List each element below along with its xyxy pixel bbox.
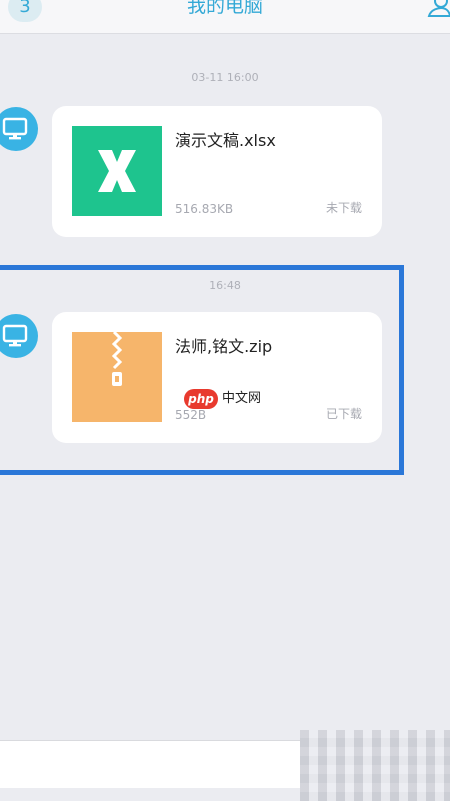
- contacts-icon[interactable]: [426, 0, 450, 20]
- excel-file-icon: [72, 126, 162, 216]
- highlight-frame: [0, 265, 404, 475]
- file-message-card[interactable]: 演示文稿.xlsx 516.83KB 未下载: [52, 106, 382, 237]
- watermark-text: 中文网: [222, 391, 262, 406]
- file-name: 演示文稿.xlsx: [175, 131, 276, 150]
- blurred-region: [300, 730, 450, 801]
- watermark-badge: php: [184, 389, 218, 409]
- message-input-bar[interactable]: [0, 740, 300, 788]
- message-timestamp: 03-11 16:00: [191, 71, 259, 84]
- page-title: 我的电脑: [186, 0, 263, 17]
- file-size: 516.83KB: [175, 202, 234, 216]
- bottom-strip: [0, 788, 300, 801]
- download-status: 未下载: [325, 201, 362, 215]
- monitor-icon[interactable]: [0, 107, 38, 151]
- chat-header: 3 我的电脑: [0, 0, 450, 34]
